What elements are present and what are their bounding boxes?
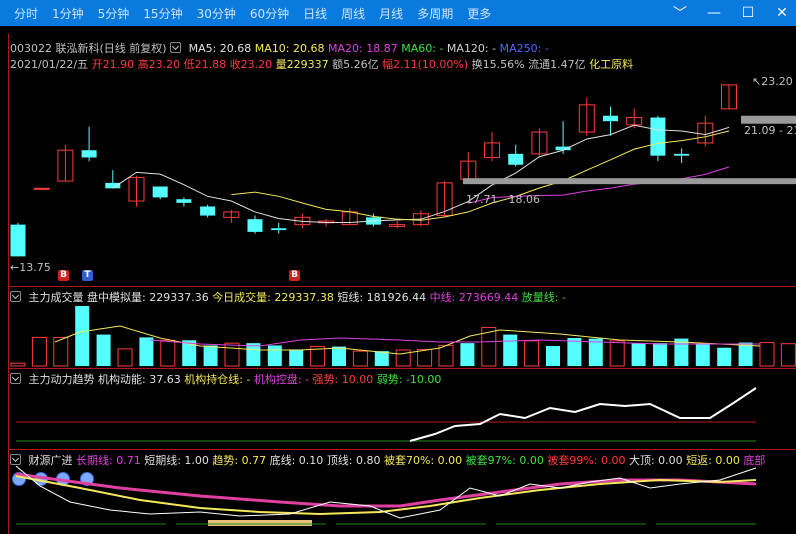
volume-bar xyxy=(653,343,667,366)
buy-marker-b2[interactable]: B xyxy=(289,270,300,281)
close-icon[interactable]: ✕ xyxy=(774,5,790,21)
volume-bar xyxy=(117,348,133,367)
range-mid-label: 17.71 - 18.06 xyxy=(466,193,540,206)
tab-multi-period[interactable]: 多周期 xyxy=(417,5,453,22)
volume-bar xyxy=(546,346,560,366)
wealth-chart[interactable] xyxy=(0,466,796,534)
maximize-icon[interactable]: ☐ xyxy=(740,5,756,21)
volume-bar xyxy=(738,342,753,366)
volume-bar xyxy=(374,351,389,366)
high-price-text: 23.20 xyxy=(761,75,793,88)
candle-body xyxy=(81,150,97,158)
tab-30min[interactable]: 30分钟 xyxy=(197,5,236,22)
ma5-value: MA5: 20.68 xyxy=(188,42,252,55)
volume-bar xyxy=(289,349,304,366)
tab-15min[interactable]: 15分钟 xyxy=(143,5,182,22)
volume-bar xyxy=(609,340,625,367)
ma-info-line: 003022 联泓新科(日线 前复权) MA5: 20.68 MA10: 20.… xyxy=(10,40,549,56)
candle-body xyxy=(650,117,666,156)
volume-chart[interactable] xyxy=(0,302,796,368)
tab-1min[interactable]: 1分钟 xyxy=(52,5,84,22)
candle-body xyxy=(33,187,50,190)
tab-fenshi[interactable]: 分时 xyxy=(14,5,38,22)
candle-body xyxy=(508,153,524,165)
tab-daily[interactable]: 日线 xyxy=(303,5,327,22)
window-controls: ﹀ — ☐ ✕ xyxy=(672,0,790,26)
volume-bar xyxy=(160,339,176,367)
trend-chart[interactable] xyxy=(0,384,796,448)
divider-trend xyxy=(8,368,796,369)
volume-bar xyxy=(417,348,433,367)
candle-body xyxy=(152,186,168,198)
ma-toggle-icon[interactable] xyxy=(170,42,182,53)
candle-body xyxy=(674,153,690,156)
ma10-line xyxy=(231,130,730,221)
collapse-icon[interactable]: ﹀ xyxy=(672,3,688,23)
ma250-value: MA250: - xyxy=(499,42,549,55)
volume-bar xyxy=(567,338,582,366)
volume-bar xyxy=(224,342,240,367)
volume-bar xyxy=(717,347,732,366)
volume-toggle-icon[interactable] xyxy=(10,291,21,302)
candle-body xyxy=(247,219,263,232)
divider-volume xyxy=(8,286,796,287)
buy-marker-b[interactable]: B xyxy=(58,270,69,281)
range-right-label: 21.09 - 21 xyxy=(744,124,796,137)
t-marker[interactable]: T xyxy=(82,270,93,281)
candle-body xyxy=(271,228,287,231)
wealth-toggle-icon[interactable] xyxy=(10,454,21,465)
volume-bar xyxy=(267,345,282,366)
volume-bar xyxy=(524,340,540,367)
low-price-label: ←13.75 xyxy=(10,261,51,274)
resistance-band-mid xyxy=(463,178,796,185)
tab-weekly[interactable]: 周线 xyxy=(341,5,365,22)
tab-more[interactable]: 更多 xyxy=(467,5,491,22)
candle-body xyxy=(603,115,618,122)
volume-bar xyxy=(503,334,518,366)
divider-wealth xyxy=(8,449,796,450)
tab-monthly[interactable]: 月线 xyxy=(379,5,403,22)
candle-body xyxy=(105,182,121,189)
resistance-band-right xyxy=(741,115,796,124)
volume-bar xyxy=(352,350,368,367)
tab-5min[interactable]: 5分钟 xyxy=(98,5,130,22)
tab-60min[interactable]: 60分钟 xyxy=(250,5,289,22)
title-bar: 分时 1分钟 5分钟 15分钟 30分钟 60分钟 日线 周线 月线 多周期 更… xyxy=(0,0,796,26)
stock-title: 003022 联泓新科(日线 前复权) xyxy=(10,42,167,55)
volume-bar xyxy=(203,345,218,366)
candle-body xyxy=(176,199,192,203)
price-chart[interactable] xyxy=(0,70,796,285)
bottom-zone-bar xyxy=(208,520,312,526)
low-price-text: 13.75 xyxy=(19,261,51,274)
volume-bar xyxy=(460,343,475,366)
short-period-line xyxy=(15,466,757,519)
long-period-line xyxy=(15,472,757,508)
volume-bar xyxy=(695,343,710,366)
minimize-icon[interactable]: — xyxy=(706,5,722,21)
volume-bar xyxy=(332,346,346,366)
period-tabs: 分时 1分钟 5分钟 15分钟 30分钟 60分钟 日线 周线 月线 多周期 更… xyxy=(14,1,491,25)
volume-bar xyxy=(246,343,261,366)
volume-bar xyxy=(75,306,90,366)
volume-bar xyxy=(96,334,111,366)
volume-bar xyxy=(10,362,26,367)
ma20-value: MA20: 18.87 xyxy=(328,42,398,55)
volume-bar xyxy=(759,342,775,367)
high-price-label: ↖23.20 xyxy=(752,75,793,88)
ma10-value: MA10: 20.68 xyxy=(254,42,325,55)
candle-body xyxy=(10,224,26,257)
trend-line xyxy=(15,475,757,516)
volume-bar xyxy=(631,343,646,366)
ma60-value: MA60: - xyxy=(401,42,444,55)
volume-bar xyxy=(780,343,796,367)
trend-toggle-icon[interactable] xyxy=(10,373,21,384)
volume-bar xyxy=(31,336,47,367)
ma120-value: MA120: - xyxy=(446,42,497,55)
power-line xyxy=(409,387,757,442)
candle-body xyxy=(200,206,216,216)
volume-bar xyxy=(588,338,603,366)
volume-bar xyxy=(139,337,154,366)
volume-bar xyxy=(438,344,454,367)
